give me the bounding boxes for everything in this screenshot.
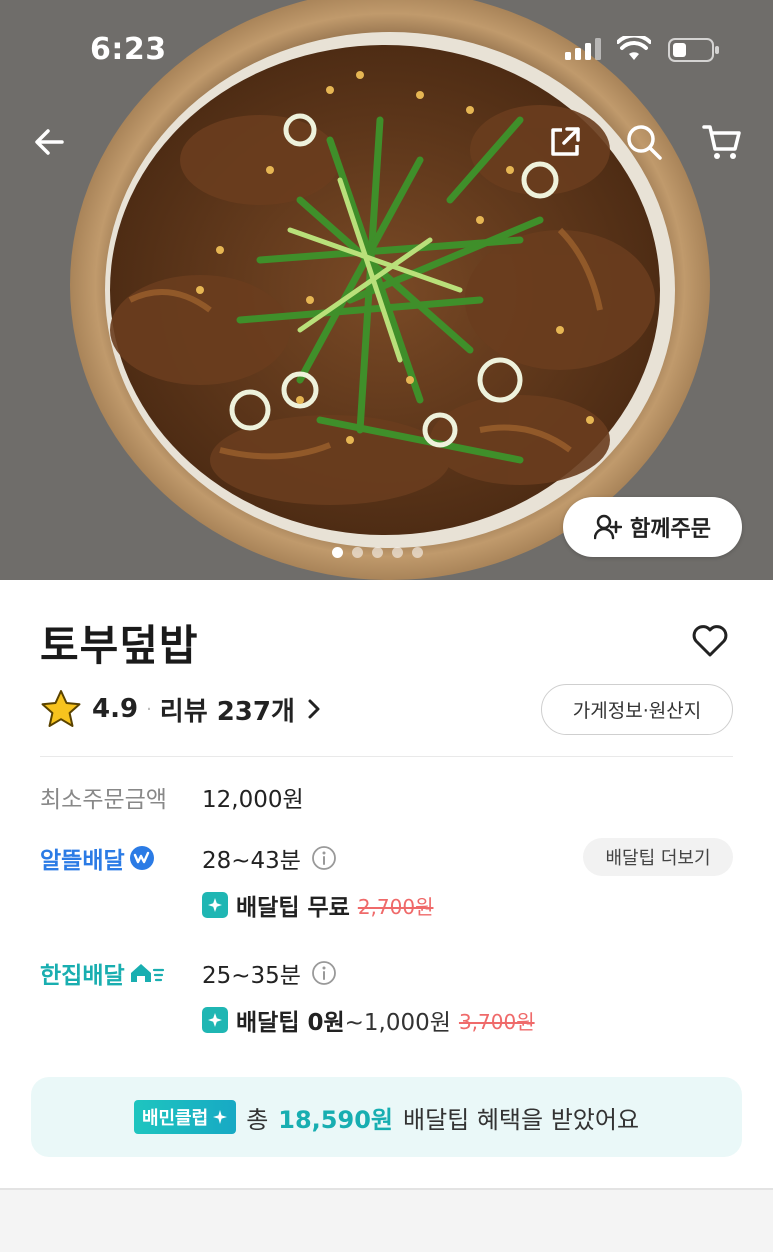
carousel-dot[interactable] [332,547,343,558]
single-delivery-time: 25~35분 [202,963,301,989]
min-order-label: 최소주문금액 [40,787,167,813]
heart-icon [692,625,728,657]
carousel-dot[interactable] [352,547,363,558]
rating-row[interactable]: 4.9 · 리뷰 237개 [40,684,321,734]
cellular-signal-icon [565,38,601,60]
info-icon[interactable] [311,960,337,986]
info-icon[interactable] [311,845,337,871]
saver-delivery-label: 알뜰배달 [40,841,155,875]
share-icon [551,127,580,156]
min-order-value: 12,000원 [202,787,304,813]
club-badge: 배민클럽 [133,1100,237,1134]
baemin-club-banner[interactable]: 배민클럽 총 18,590원 배달팁 혜택을 받았어요 [31,1077,742,1157]
single-delivery-label: 한집배달 [40,956,165,990]
single-delivery-time-row: 25~35분 [202,956,337,990]
single-tip-range: ~1,000원 [344,1010,451,1036]
saver-delivery-text: 알뜰배달 [40,848,125,874]
group-order-button[interactable]: 함께주문 [563,497,742,557]
store-name: 토부덮밥 [40,621,199,670]
back-arrow-icon [35,129,64,155]
star-icon [41,690,81,727]
single-tip-line: 배달팁 0원 ~1,000원 3,700원 [202,1003,535,1037]
lightning-badge-icon [202,1007,228,1033]
carousel-dot[interactable] [372,547,383,558]
rating-separator: · [146,698,152,720]
single-delivery-text: 한집배달 [40,963,125,989]
cart-button[interactable] [700,120,744,164]
cart-icon [702,125,741,159]
saver-tip-label: 배달팁 무료 [236,895,350,921]
single-tip-label: 배달팁 0원 [236,1010,345,1036]
rating-score: 4.9 [92,694,139,724]
add-person-icon [594,514,623,540]
group-order-label: 함께주문 [630,517,711,542]
carousel-indicator [332,547,423,558]
single-tip-original: 3,700원 [458,1009,535,1034]
club-prefix: 총 [246,1105,269,1134]
search-button[interactable] [622,120,666,164]
house-speed-icon [130,964,164,982]
favorite-button[interactable] [688,618,732,662]
sparkle-icon [213,1110,228,1124]
saver-delivery-time-row: 28~43분 [202,841,337,875]
saver-tip-original: 2,700원 [357,894,434,919]
delivery-tip-more-button[interactable]: 배달팁 더보기 [583,838,733,876]
saver-tip-line: 배달팁 무료 2,700원 [202,888,433,922]
saver-delivery-time: 28~43분 [202,848,301,874]
battery-icon [668,38,719,62]
carousel-dot[interactable] [392,547,403,558]
saver-badge-icon [129,846,154,870]
section-gap [0,1190,773,1252]
chevron-right-icon [307,698,321,720]
club-suffix: 배달팁 혜택을 받았어요 [402,1105,640,1134]
status-time: 6:23 [90,32,167,67]
divider [40,756,733,757]
wifi-icon [617,36,651,60]
search-icon [627,125,662,160]
share-button[interactable] [543,120,587,164]
club-badge-text: 배민클럽 [141,1108,209,1129]
review-count-link[interactable]: 리뷰 237개 [160,691,295,728]
carousel-dot[interactable] [412,547,423,558]
club-amount: 18,590원 [278,1105,393,1134]
store-info-button[interactable]: 가게정보·원산지 [541,684,733,735]
back-button[interactable] [28,120,72,164]
hero-image[interactable]: 6:23 함께주문 [0,0,773,580]
lightning-badge-icon [202,892,228,918]
status-bar: 6:23 [0,0,773,100]
